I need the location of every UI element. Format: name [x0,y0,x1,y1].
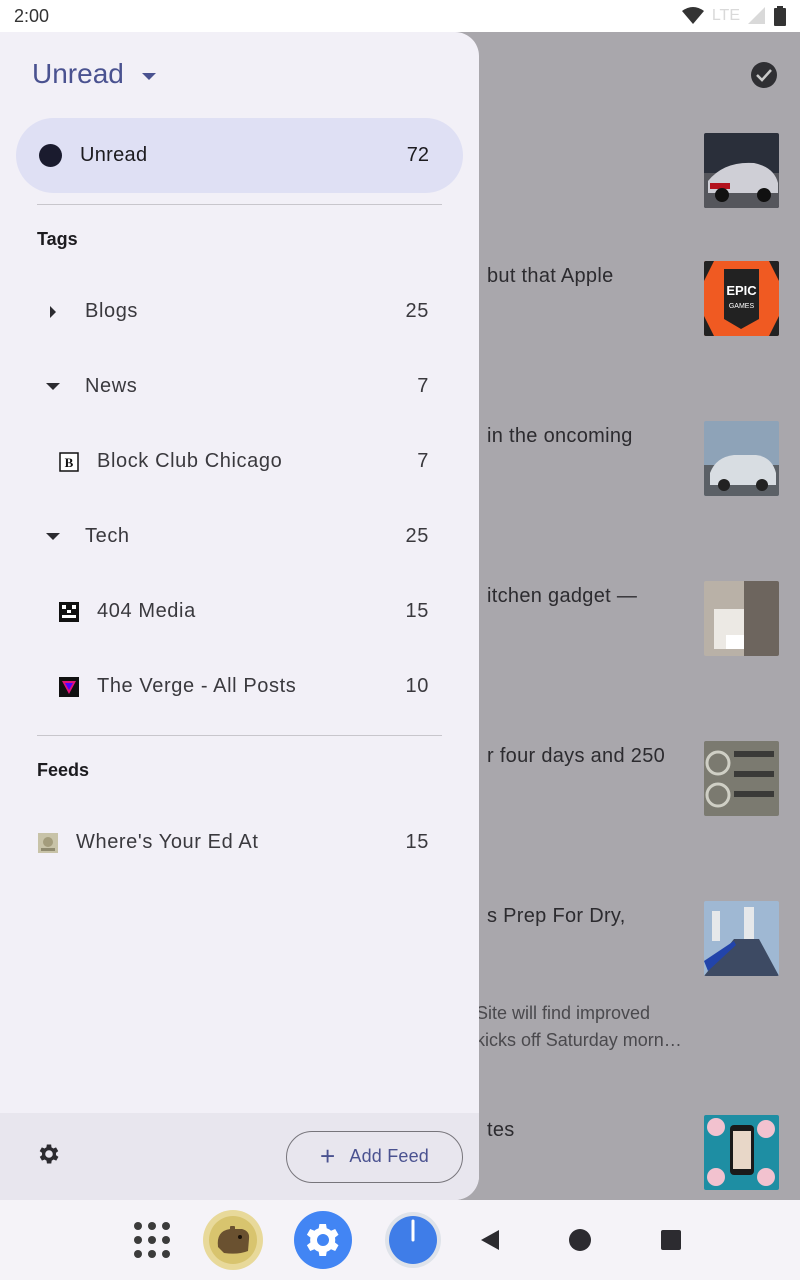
back-button[interactable] [479,1228,501,1252]
feed-item-the-verge[interactable]: The Verge - All Posts 10 [0,649,479,724]
svg-text:GAMES: GAMES [729,303,755,310]
article-snippet: Site will find improved kicks off Saturd… [476,1000,682,1054]
article-thumbnail [704,901,779,976]
wifi-icon [681,7,704,24]
unread-filter-item[interactable]: Unread 72 [16,118,463,193]
tag-item-tech[interactable]: Tech 25 [0,499,479,574]
article-title: r four days and 250 [487,745,666,767]
404-media-icon [59,601,79,622]
filter-dropdown-label: Unread [32,58,124,89]
article-thumbnail: EPIC GAMES [704,261,779,336]
ed-at-icon [38,832,58,853]
settings-button[interactable] [36,1141,62,1172]
feed-item-block-club-chicago[interactable]: B Block Club Chicago 7 [0,424,479,499]
feed-label: Where's Your Ed At [76,831,259,853]
feed-label: 404 Media [97,600,196,622]
tag-label: Tech [85,525,130,547]
home-icon [569,1229,591,1251]
block-club-icon: B [59,451,79,472]
article-title: s Prep For Dry, [487,905,626,927]
feed-count: 10 [405,675,429,697]
collapse-arrow-icon[interactable] [46,383,60,390]
battery-icon [774,6,786,26]
feed-item-404-media[interactable]: 404 Media 15 [0,574,479,649]
feed-label: Block Club Chicago [97,450,283,472]
clock-app-icon[interactable] [384,1211,442,1269]
filter-dropdown[interactable]: Unread [32,58,156,90]
unread-dot-icon [39,144,62,167]
article-title: tes [487,1119,515,1141]
feed-item-wheres-your-ed-at[interactable]: Where's Your Ed At 15 [0,805,479,880]
article-title: itchen gadget — [487,585,638,607]
tag-label: Blogs [85,300,139,322]
article-thumbnail [704,581,779,656]
snippet-line: Site will find improved [476,1003,651,1023]
capy-reader-app-icon[interactable] [202,1209,264,1271]
status-bar: 2:00 LTE [0,0,800,32]
home-button[interactable] [568,1228,592,1252]
block-club-letter: B [65,455,74,470]
dropdown-caret-icon [141,72,156,80]
tag-item-news[interactable]: News 7 [0,349,479,424]
article-thumbnail [704,133,779,208]
verge-icon [59,676,79,697]
back-icon [481,1230,499,1250]
tag-count: 25 [405,300,429,322]
article-thumbnail [704,1115,779,1190]
unread-filter-count: 72 [406,144,429,166]
gear-icon [39,1144,59,1164]
settings-app-icon[interactable] [293,1210,353,1270]
add-feed-label: Add Feed [349,1146,430,1166]
status-icons: LTE [681,6,786,26]
app-drawer-button[interactable] [134,1222,170,1258]
tag-item-blogs[interactable]: Blogs 25 [0,274,479,349]
mark-all-read-button[interactable] [751,62,777,88]
feed-label: The Verge - All Posts [97,675,297,697]
drawer-footer: + Add Feed [0,1113,479,1200]
article-thumbnail [704,421,779,496]
svg-text:EPIC: EPIC [726,283,757,298]
feeds-section-label: Feeds [37,760,90,780]
article-thumbnail [704,741,779,816]
check-icon [756,69,772,82]
unread-filter-label: Unread [80,144,148,166]
plus-icon: + [319,1140,336,1171]
collapse-arrow-icon[interactable] [46,533,60,540]
article-title: in the oncoming [487,425,633,447]
add-feed-button[interactable]: + Add Feed [286,1130,463,1183]
signal-icon [748,7,765,24]
expand-arrow-icon[interactable] [50,305,56,318]
tags-section-label: Tags [37,229,78,249]
recents-icon [661,1230,681,1250]
recents-button[interactable] [660,1229,682,1251]
feed-count: 15 [405,600,429,622]
snippet-line: kicks off Saturday morn… [476,1030,682,1050]
divider [37,204,442,205]
tag-count: 7 [417,375,429,397]
system-navigation-bar [0,1200,800,1280]
divider [37,735,442,736]
feed-count: 15 [405,831,429,853]
app-grid-icon [134,1222,170,1258]
tag-count: 25 [405,525,429,547]
network-label: LTE [711,7,740,24]
feed-count: 7 [417,450,429,472]
article-title: but that Apple [487,265,614,287]
status-time: 2:00 [14,5,50,26]
tag-label: News [85,375,138,397]
navigation-drawer: Unread Unread 72 Tags Blogs 25 News 7 B … [0,32,479,1200]
